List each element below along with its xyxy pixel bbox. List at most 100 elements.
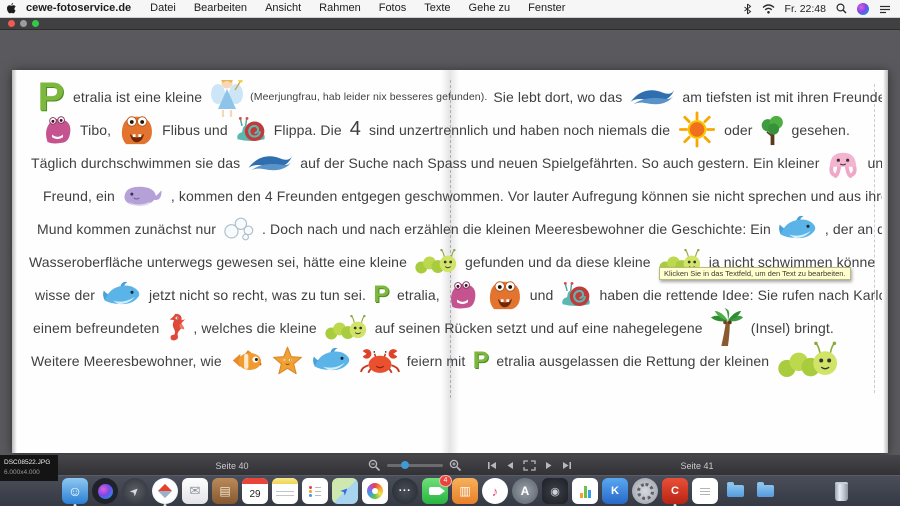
dock-system-preferences[interactable] (632, 478, 658, 504)
dock-photo-booth[interactable]: ◉ (542, 478, 568, 504)
monster-orange-icon[interactable] (118, 113, 155, 147)
bubbles-icon[interactable] (223, 216, 255, 241)
story-text: und (530, 287, 554, 303)
menu-datei[interactable]: Datei (141, 0, 185, 17)
dock-calendar[interactable]: 29 (242, 478, 268, 504)
story-line[interactable]: Weitere Meeresbewohner, wiefeiern mitPet… (26, 344, 882, 377)
dock-safari[interactable] (152, 478, 178, 504)
first-page-button[interactable] (487, 461, 497, 470)
dock-keynote[interactable]: K (602, 478, 628, 504)
apple-menu[interactable] (0, 2, 22, 15)
zoom-window-button[interactable] (32, 20, 39, 27)
story-line[interactable]: wisse derjetzt nicht so recht, was zu tu… (26, 278, 882, 311)
dock-launchpad[interactable]: ➤ (122, 478, 148, 504)
octopus-icon[interactable] (826, 149, 860, 177)
dock-trash[interactable] (828, 478, 854, 504)
whale-icon[interactable] (122, 183, 164, 209)
notification-center-icon[interactable] (879, 4, 891, 14)
story-line[interactable]: Mund kommen zunächst nur. Doch nach und … (26, 212, 882, 245)
close-button[interactable] (8, 20, 15, 27)
story-text: etralia ausgelassen die Rettung der klei… (496, 353, 769, 369)
story-line[interactable]: Freund, ein, kommen den 4 Freunden entge… (26, 179, 882, 212)
fish-icon[interactable] (229, 347, 263, 374)
tree-icon[interactable] (760, 114, 785, 146)
monster-pink-icon[interactable] (447, 279, 478, 311)
menu-fotos[interactable]: Fotos (370, 0, 416, 17)
dock-numbers[interactable] (572, 478, 598, 504)
dock-folder-downloads[interactable] (722, 478, 748, 504)
dock-finder[interactable]: ☺ (62, 478, 88, 504)
edit-text-tooltip: Klicken Sie in das Textfeld, um den Text… (659, 267, 851, 280)
previous-page-button[interactable] (506, 461, 514, 470)
dolphin-icon[interactable] (778, 214, 818, 244)
menu-gehe-zu[interactable]: Gehe zu (460, 0, 520, 17)
next-page-button[interactable] (545, 461, 553, 470)
dolphin-icon[interactable] (102, 280, 142, 310)
story-line[interactable]: Täglich durchschwimmen sie dasauf der Su… (26, 146, 882, 179)
dock-siri[interactable] (92, 478, 118, 504)
dock-itunes[interactable]: ♪ (482, 478, 508, 504)
menu-bearbeiten[interactable]: Bearbeiten (185, 0, 256, 17)
dock-reminders[interactable] (302, 478, 328, 504)
story-text: feiern mit (407, 353, 466, 369)
dock-facetime[interactable]: 4 (422, 478, 448, 504)
dock-photos[interactable] (362, 478, 388, 504)
menu-texte[interactable]: Texte (415, 0, 459, 17)
wifi-icon[interactable] (762, 4, 775, 14)
zoom-slider-knob[interactable] (401, 461, 409, 469)
fairy-icon[interactable] (209, 80, 243, 119)
photobook-spread[interactable]: Petralia ist eine kleine(Meerjungfrau, h… (12, 70, 888, 453)
menu-clock[interactable]: Fr. 22:48 (785, 3, 826, 15)
monster-orange-icon[interactable] (486, 278, 523, 312)
zoom-in-button[interactable] (449, 459, 462, 472)
story-line[interactable]: einem befreundeten, welches die kleineau… (26, 311, 882, 344)
crab-icon[interactable] (360, 347, 400, 374)
starfish-icon[interactable] (271, 345, 304, 376)
photos-icon (362, 478, 388, 504)
story-line[interactable]: Petralia ist eine kleine(Meerjungfrau, h… (26, 80, 882, 113)
minimize-button[interactable] (20, 20, 27, 27)
caterpillar-icon[interactable] (324, 315, 368, 341)
menu-app-name[interactable]: cewe-fotoservice.de (22, 0, 141, 17)
snail-icon[interactable] (560, 280, 592, 309)
bluetooth-icon[interactable] (743, 3, 752, 15)
story-text: Flippa. Die (274, 122, 342, 138)
letter-p-small-icon[interactable]: P (373, 283, 390, 306)
seahorse-icon[interactable] (166, 311, 186, 344)
dock-maps[interactable]: ➤ (332, 478, 358, 504)
wave-icon[interactable] (247, 152, 293, 173)
finder-icon: ☺ (62, 478, 88, 504)
story-line[interactable]: Tibo,Flibus undFlippa. Die4sind unzertre… (26, 113, 882, 146)
caterpillar-large-icon[interactable] (776, 342, 840, 377)
letter-p-small-icon[interactable]: P (472, 349, 489, 372)
menu-fenster[interactable]: Fenster (519, 0, 574, 17)
story[interactable]: Petralia ist eine kleine(Meerjungfrau, h… (26, 80, 882, 377)
wave-icon[interactable] (629, 86, 675, 107)
sun-icon[interactable] (677, 112, 717, 147)
story-text: auf seinen Rücken setzt und auf eine nah… (375, 320, 703, 336)
siri-icon[interactable] (857, 3, 869, 15)
spotlight-icon[interactable] (836, 3, 847, 14)
menu-ansicht[interactable]: Ansicht (256, 0, 310, 17)
dock-messages[interactable]: ··· (392, 478, 418, 504)
letter-p-large-icon[interactable]: P (36, 80, 66, 116)
menu-rahmen[interactable]: Rahmen (310, 0, 370, 17)
dock-app-store[interactable]: A (512, 478, 538, 504)
dock-mail[interactable]: ✉ (182, 478, 208, 504)
dock-contacts[interactable]: ▤ (212, 478, 238, 504)
dock-notes[interactable] (272, 478, 298, 504)
last-page-button[interactable] (562, 461, 572, 470)
zoom-slider[interactable] (387, 464, 443, 467)
dock-folder-documents[interactable] (752, 478, 778, 504)
dock-cewe-fotowelt[interactable]: C (662, 478, 688, 504)
caterpillar-icon[interactable] (414, 249, 458, 275)
palm-tree-icon[interactable] (710, 309, 744, 347)
dock-textedit[interactable] (692, 478, 718, 504)
dock-books[interactable]: ▥ (452, 478, 478, 504)
zoom-out-button[interactable] (368, 459, 381, 472)
snail-icon[interactable] (235, 115, 267, 144)
fit-view-button[interactable] (523, 460, 536, 471)
monster-pink-icon[interactable] (42, 114, 73, 146)
dolphin-icon[interactable] (312, 346, 352, 376)
story-text: Freund, ein (43, 188, 115, 204)
